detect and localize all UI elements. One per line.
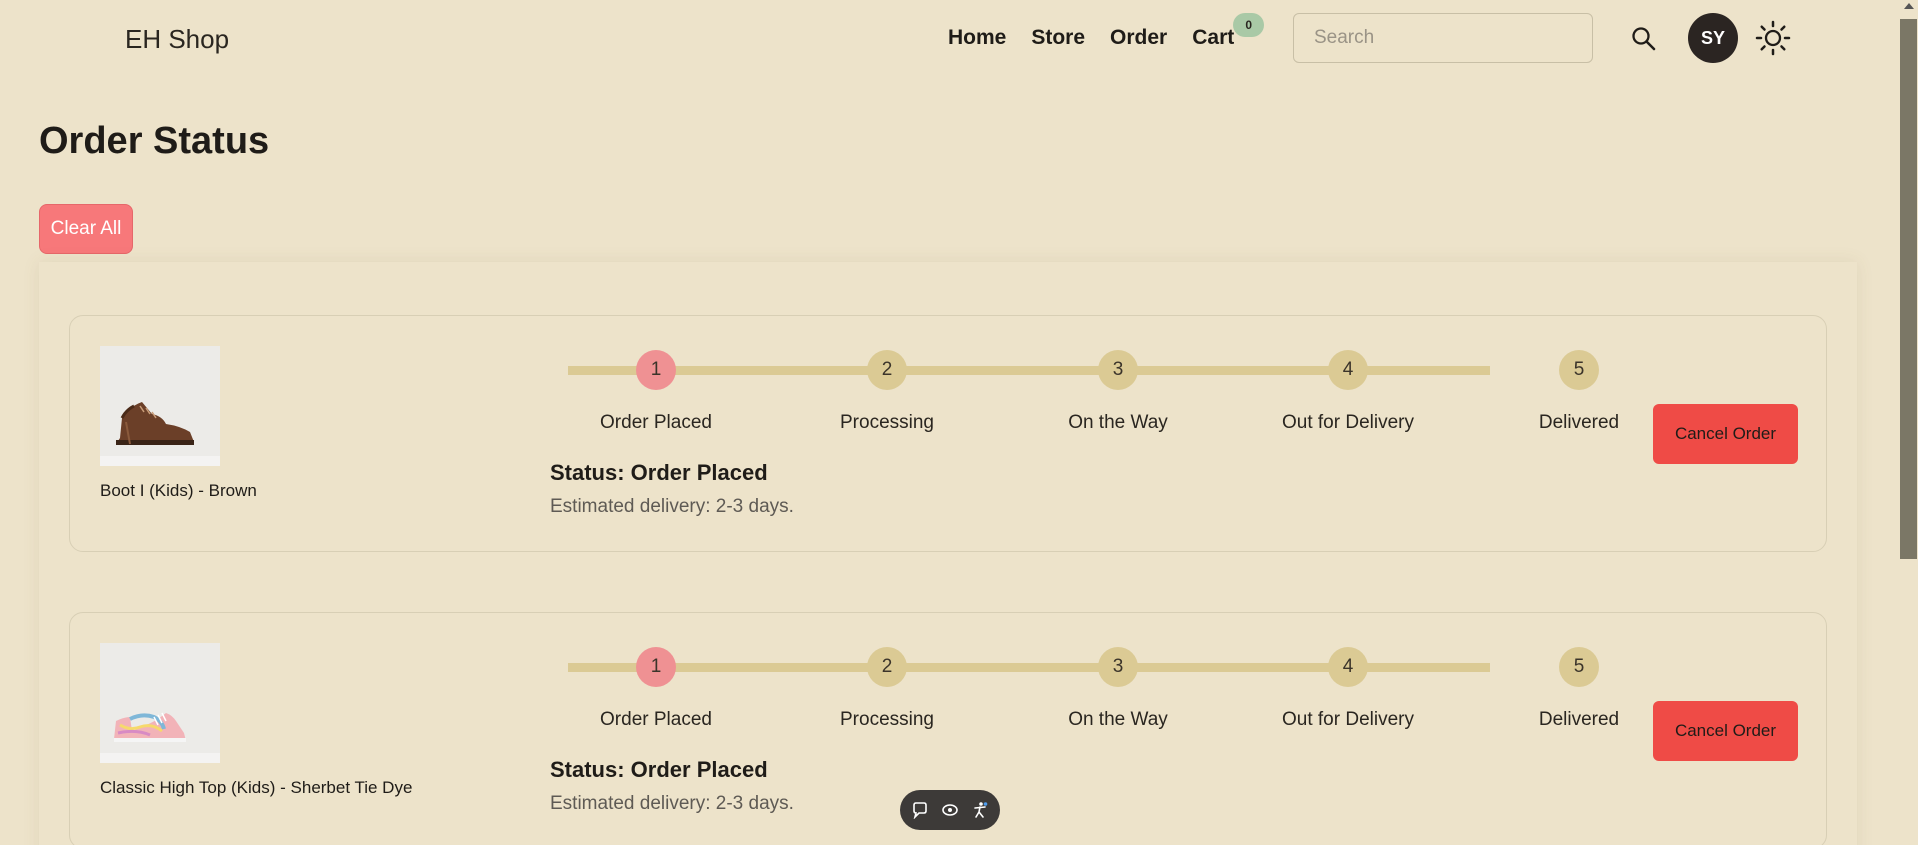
step-number: 2 xyxy=(867,647,907,687)
step-number: 4 xyxy=(1328,647,1368,687)
step-number: 4 xyxy=(1328,350,1368,390)
step-number: 3 xyxy=(1098,350,1138,390)
image-bottom-strip xyxy=(100,753,220,763)
nav-home-link[interactable]: Home xyxy=(948,26,1006,50)
step-number: 1 xyxy=(636,350,676,390)
step-number: 5 xyxy=(1559,350,1599,390)
cart-count-badge: 0 xyxy=(1233,13,1265,37)
accessibility-icon[interactable] xyxy=(970,800,990,820)
step-label: On the Way xyxy=(1068,709,1168,730)
step-label: Out for Delivery xyxy=(1282,709,1414,730)
search-icon[interactable] xyxy=(1630,25,1658,53)
scrollbar-thumb[interactable] xyxy=(1900,19,1917,559)
nav-store-link[interactable]: Store xyxy=(1031,26,1085,50)
chat-bubble-icon[interactable] xyxy=(910,800,930,820)
cancel-order-button[interactable]: Cancel Order xyxy=(1653,701,1798,761)
image-bottom-strip xyxy=(100,456,220,466)
step-label: Delivered xyxy=(1538,709,1620,730)
product-name: Boot I (Kids) - Brown xyxy=(100,481,257,500)
clear-all-button[interactable]: Clear All xyxy=(39,204,133,254)
estimated-delivery: Estimated delivery: 2-3 days. xyxy=(550,793,794,814)
user-avatar[interactable]: SY xyxy=(1688,13,1738,63)
estimated-delivery: Estimated delivery: 2-3 days. xyxy=(550,496,794,517)
cart-link-wrapper: Cart 0 xyxy=(1192,13,1265,50)
scroll-up-arrow-icon[interactable] xyxy=(1904,3,1914,9)
nav-cart-link[interactable]: Cart xyxy=(1192,26,1234,49)
search-input[interactable] xyxy=(1293,13,1593,63)
step-label: Processing xyxy=(840,709,934,730)
floating-toolbar xyxy=(900,790,1000,830)
product-name: Classic High Top (Kids) - Sherbet Tie Dy… xyxy=(100,778,413,797)
step-number: 5 xyxy=(1559,647,1599,687)
step-number: 2 xyxy=(867,350,907,390)
step-label: Delivered xyxy=(1538,412,1620,433)
step-number: 3 xyxy=(1098,647,1138,687)
order-status: Status: Order Placed xyxy=(550,757,768,782)
nav-order-link[interactable]: Order xyxy=(1110,26,1167,50)
brand-logo[interactable]: EH Shop xyxy=(125,24,229,55)
cancel-order-button[interactable]: Cancel Order xyxy=(1653,404,1798,464)
main-nav: Home Store Order Cart 0 xyxy=(948,13,1265,50)
step-number: 1 xyxy=(636,647,676,687)
step-label: Processing xyxy=(840,412,934,433)
eye-icon[interactable] xyxy=(940,800,960,820)
product-image[interactable] xyxy=(100,346,220,466)
sun-icon[interactable] xyxy=(1755,20,1791,56)
step-label: Order Placed xyxy=(600,709,712,730)
step-label: Out for Delivery xyxy=(1282,412,1414,433)
step-label: On the Way xyxy=(1068,412,1168,433)
order-status: Status: Order Placed xyxy=(550,460,768,485)
page-title: Order Status xyxy=(39,120,270,162)
product-image[interactable] xyxy=(100,643,220,763)
order-card: Boot I (Kids) - Brown 1 Order Placed 2 P… xyxy=(69,315,1827,552)
step-label: Order Placed xyxy=(600,412,712,433)
